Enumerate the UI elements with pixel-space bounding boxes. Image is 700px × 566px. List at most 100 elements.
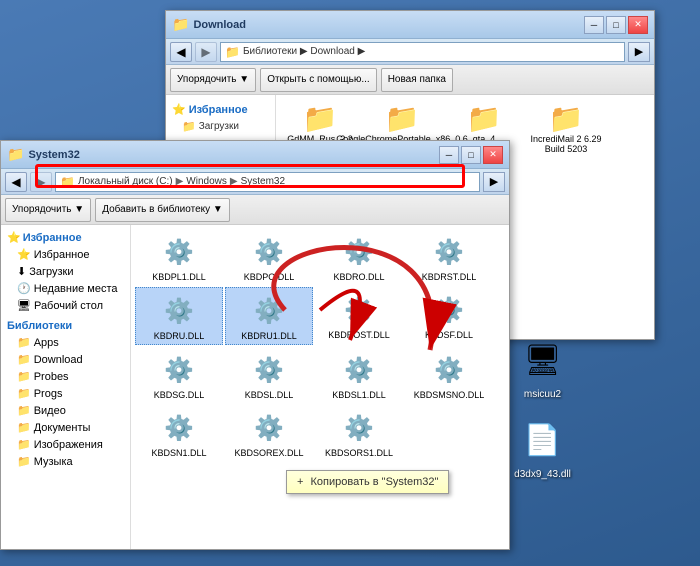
system32-win-controls: ─ □ ✕ — [439, 146, 503, 164]
download-titlebar[interactable]: 📁 Download ─ □ ✕ — [166, 11, 654, 39]
list-item-selected-2[interactable]: ⚙️ KBDRU1.DLL — [225, 287, 313, 345]
list-item-selected-1[interactable]: ⚙️ KBDRU.DLL — [135, 287, 223, 345]
sidebar-item-music[interactable]: 📁 Музыка — [1, 453, 130, 470]
dll-icon: ⚙️ — [339, 232, 379, 272]
minimize-button[interactable]: ─ — [439, 146, 459, 164]
list-item[interactable]: ⚙️ KBDRO.DLL — [315, 229, 403, 285]
download-folder-icon: 📁 — [182, 120, 196, 133]
list-item[interactable]: ⚙️ KBDSF.DLL — [405, 287, 493, 345]
list-item[interactable]: ⚙️ KBDSL1.DLL — [315, 347, 403, 403]
list-item[interactable]: ⚙️ KBDSOREX.DLL — [225, 405, 313, 461]
go-button[interactable]: ▶ — [483, 172, 505, 192]
address-system32: System32 — [241, 176, 285, 187]
system32-toolbar: Упорядочить ▼ Добавить в библиотеку ▼ — [1, 195, 509, 225]
star2-icon: ⭐ — [17, 248, 31, 261]
favorites-header[interactable]: ⭐ Избранное — [1, 229, 130, 246]
file-name: KBDSL1.DLL — [332, 390, 386, 400]
dll-icon: ⚙️ — [339, 408, 379, 448]
forward-button[interactable]: ▶ — [195, 42, 217, 62]
minimize-button[interactable]: ─ — [584, 16, 604, 34]
sidebar-favorites-section: ⭐ Избранное ⭐ Избранное ⬇ Загрузки 🕐 Нед… — [1, 229, 130, 314]
copy-tooltip: + Копировать в "System32" — [286, 470, 449, 494]
sidebar-item-video[interactable]: 📁 Видео — [1, 402, 130, 419]
list-item[interactable]: ⚙️ KBDSN1.DLL — [135, 405, 223, 461]
folder-icon-s6: 📁 — [17, 421, 31, 434]
maximize-button[interactable]: □ — [461, 146, 481, 164]
dll-icon: ⚙️ — [249, 232, 289, 272]
file-name: KBDSG.DLL — [154, 390, 205, 400]
download-address-bar[interactable]: 📁 Библиотеки ▶ Download ▶ — [220, 42, 625, 62]
sidebar-item-progs[interactable]: 📁 Progs — [1, 385, 130, 402]
msicuu2-icon: 🖥 — [517, 334, 569, 386]
dll-icon: ⚙️ — [339, 350, 379, 390]
copy-text: Копировать в "System32" — [311, 476, 439, 488]
sidebar-item-downloads[interactable]: ⬇ Загрузки — [1, 263, 130, 280]
list-item[interactable]: ⚙️ KBDSL.DLL — [225, 347, 313, 403]
download-win-controls: ─ □ ✕ — [584, 16, 648, 34]
sidebar-item-probes[interactable]: 📁 Probes — [1, 368, 130, 385]
address-local-disk: Локальный диск (C:) — [78, 176, 173, 187]
list-item[interactable]: 📁 IncrediMail 2 6.29 Build 5203 — [526, 99, 606, 158]
dll-icon: ⚙️ — [429, 232, 469, 272]
organize-button[interactable]: Упорядочить ▼ — [170, 68, 256, 92]
system32-window: 📁 System32 ─ □ ✕ ◀ ▶ 📁 Локальный диск (C… — [0, 140, 510, 550]
folder-icon: 📁 — [303, 102, 338, 135]
back-button[interactable]: ◀ — [170, 42, 192, 62]
download-nav-bar: ◀ ▶ 📁 Библиотеки ▶ Download ▶ ▶ — [166, 39, 654, 65]
list-item[interactable]: ⚙️ KBDROST.DLL — [315, 287, 403, 345]
new-folder-button[interactable]: Новая папка — [381, 68, 453, 92]
list-item[interactable]: ⚙️ KBDSMSNO.DLL — [405, 347, 493, 403]
list-item[interactable]: ⚙️ KBDSG.DLL — [135, 347, 223, 403]
close-button[interactable]: ✕ — [628, 16, 648, 34]
file-name: IncrediMail 2 6.29 Build 5203 — [529, 135, 603, 155]
list-item[interactable]: ⚙️ KBDPO.DLL — [225, 229, 313, 285]
desktop-icon-s: 🖥 — [17, 299, 31, 312]
sidebar-item-apps[interactable]: 📁 Apps — [1, 334, 130, 351]
folder-icon: 📁 — [385, 102, 420, 135]
system32-titlebar[interactable]: 📁 System32 ─ □ ✕ — [1, 141, 509, 169]
folder-icon-s5: 📁 — [17, 404, 31, 417]
folder-icon: 📁 — [467, 102, 502, 135]
sidebar-item-docs[interactable]: 📁 Документы — [1, 419, 130, 436]
sidebar-item-favorites[interactable]: ⭐ Избранное — [1, 246, 130, 263]
list-item[interactable]: ⚙️ KBDSORS1.DLL — [315, 405, 403, 461]
download-address-text: Библиотеки ▶ Download ▶ — [243, 46, 365, 57]
d3dx9-icon: 📄 — [517, 414, 569, 466]
system32-title: System32 — [28, 149, 439, 161]
back-button[interactable]: ◀ — [5, 172, 27, 192]
system32-address-bar[interactable]: 📁 Локальный диск (C:) ▶ Windows ▶ System… — [55, 172, 480, 192]
sidebar-downloads-item[interactable]: 📁 Загрузки — [166, 118, 275, 135]
folder-small-icon: 📁 — [60, 175, 75, 189]
system32-file-grid: ⚙️ KBDPL1.DLL ⚙️ KBDPO.DLL ⚙️ KBDRO.DLL … — [131, 225, 509, 549]
address-sep1: ▶ — [176, 176, 184, 187]
forward-button[interactable]: ▶ — [30, 172, 52, 192]
libraries-header[interactable]: Библиотеки — [1, 318, 130, 334]
list-item[interactable]: ⚙️ KBDPL1.DLL — [135, 229, 223, 285]
sidebar-item-recent[interactable]: 🕐 Недавние места — [1, 280, 130, 297]
address-windows: Windows — [186, 176, 227, 187]
maximize-button[interactable]: □ — [606, 16, 626, 34]
go-button[interactable]: ▶ — [628, 42, 650, 62]
download-toolbar: Упорядочить ▼ Открыть с помощью... Новая… — [166, 65, 654, 95]
file-name: KBDSMSNO.DLL — [414, 390, 485, 400]
file-name: KBDSN1.DLL — [151, 448, 206, 458]
dll-icon: ⚙️ — [159, 350, 199, 390]
add-to-library-button[interactable]: Добавить в библиотеку ▼ — [95, 198, 230, 222]
folder-icon-s: 📁 — [17, 336, 31, 349]
file-name: KBDSOREX.DLL — [234, 448, 303, 458]
d3dx9-label: d3dx9_43.dll — [514, 469, 571, 481]
star-icon: ⭐ — [172, 103, 186, 116]
file-name: KBDRO.DLL — [333, 272, 384, 282]
sidebar-item-desktop[interactable]: 🖥 Рабочий стол — [1, 297, 130, 314]
sidebar-item-images[interactable]: 📁 Изображения — [1, 436, 130, 453]
open-with-button[interactable]: Открыть с помощью... — [260, 68, 377, 92]
download-icon: ⬇ — [17, 265, 26, 278]
close-button[interactable]: ✕ — [483, 146, 503, 164]
sidebar-item-download[interactable]: 📁 Download — [1, 351, 130, 368]
dll-icon: ⚙️ — [429, 290, 469, 330]
organize-button[interactable]: Упорядочить ▼ — [5, 198, 91, 222]
list-item[interactable]: ⚙️ KBDRST.DLL — [405, 229, 493, 285]
copy-icon: + — [297, 476, 303, 488]
folder-icon: 📁 — [549, 102, 584, 135]
sidebar-favorites-header[interactable]: ⭐ Избранное — [166, 101, 275, 118]
